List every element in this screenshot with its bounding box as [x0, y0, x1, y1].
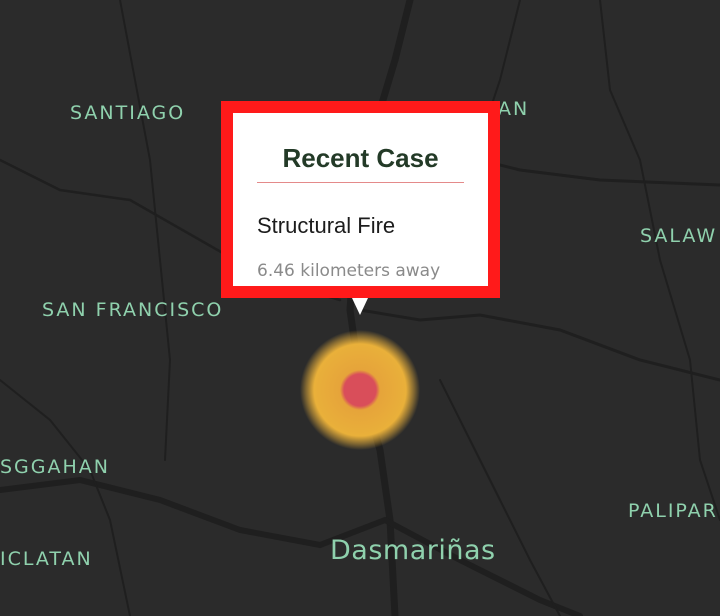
- place-label-an: AN: [498, 98, 530, 120]
- city-label-dasmarinas: Dasmariñas: [330, 535, 496, 566]
- recent-case-popup[interactable]: Recent Case Structural Fire 6.46 kilomet…: [221, 101, 500, 298]
- incident-type: Structural Fire: [257, 213, 396, 238]
- place-label-santiago: SANTIAGO: [70, 102, 186, 124]
- place-label-salaw: SALAW: [640, 225, 718, 247]
- popup-divider: [257, 182, 464, 183]
- place-label-palipar: PALIPAR: [628, 500, 718, 522]
- popup-title: Recent Case: [282, 143, 439, 173]
- popup-pointer: [352, 298, 368, 315]
- place-label-san-francisco: SAN FRANCISCO: [42, 299, 224, 321]
- incident-marker[interactable]: [300, 330, 420, 450]
- place-label-iclatan: ICLATAN: [0, 548, 93, 570]
- place-label-sggahan: SGGAHAN: [0, 456, 111, 478]
- incident-distance: 6.46 kilometers away: [257, 261, 441, 281]
